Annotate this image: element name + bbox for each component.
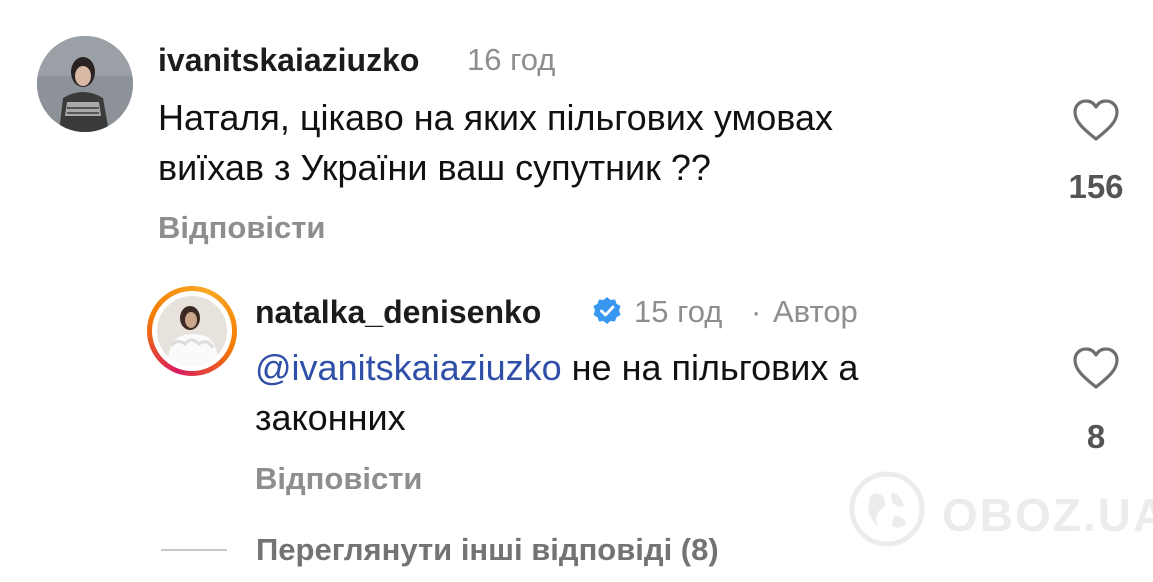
reply-mention-link[interactable]: @ivanitskaiaziuzko: [255, 347, 562, 388]
reply-reply-button[interactable]: Відповісти: [255, 461, 423, 497]
reply-meta-separator: ·: [751, 294, 762, 329]
heart-icon: [1073, 347, 1119, 389]
reply-text-rest: не на пільгових а: [561, 347, 859, 388]
watermark-text: OBOZ.UA: [942, 489, 1153, 541]
comment-like-count: 156: [1068, 168, 1124, 205]
watermark: [848, 470, 926, 553]
avatar-photo: [157, 296, 227, 366]
reply-time: 15 год: [634, 294, 723, 329]
comment-time: 16 год: [467, 42, 556, 77]
verified-icon: [593, 297, 621, 324]
comment-reply-button[interactable]: Відповісти: [158, 210, 326, 246]
reply-like-count: 8: [1086, 418, 1106, 455]
comment-text-line-1: Наталя, цікаво на яких пільгових умовах: [158, 97, 833, 138]
avatar-photo: [37, 36, 133, 132]
reply-text-line-1: @ivanitskaiaziuzko не на пільгових а: [255, 343, 858, 393]
reply-username[interactable]: natalka_denisenko: [255, 294, 541, 331]
heart-icon: [1073, 99, 1119, 141]
comment-like-button[interactable]: [1072, 98, 1120, 147]
view-more-replies-button[interactable]: Переглянути інші відповіді (8): [256, 532, 719, 568]
verified-badge: [592, 296, 622, 331]
comment-text-line-2: виїхав з України ваш супутник ??: [158, 147, 711, 188]
avatar-ivanitskaiaziuzko[interactable]: [37, 36, 133, 132]
avatar-natalka-denisenko[interactable]: [147, 286, 237, 376]
reply-like-button[interactable]: [1072, 346, 1120, 395]
globe-icon: [849, 471, 925, 547]
reply-author-label: Автор: [773, 294, 858, 329]
view-more-divider: [161, 549, 227, 551]
comment-username[interactable]: ivanitskaiaziuzko: [158, 42, 419, 79]
reply-text-line-2: законних: [255, 397, 406, 438]
